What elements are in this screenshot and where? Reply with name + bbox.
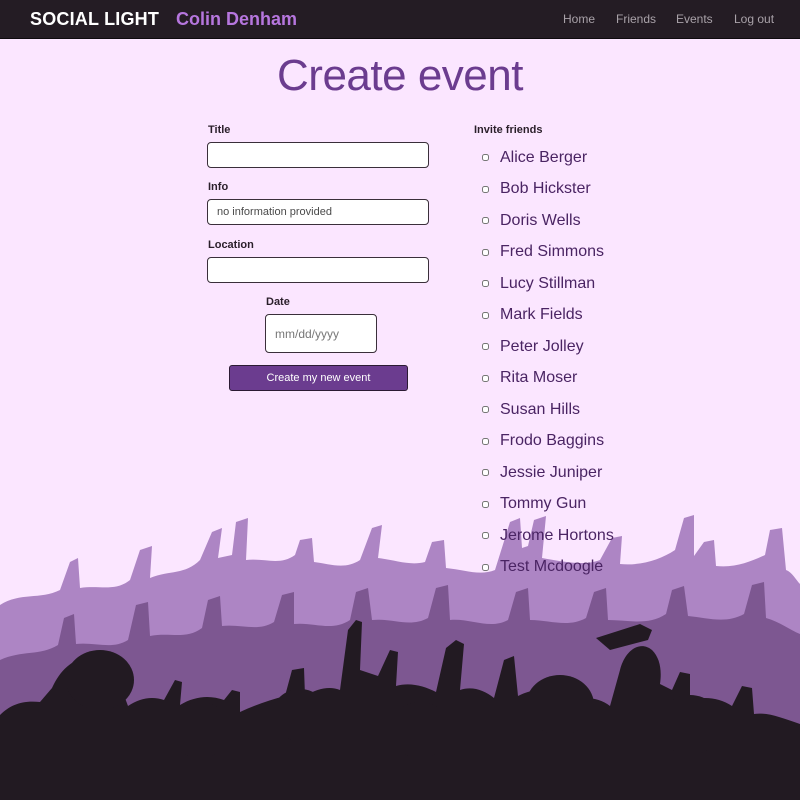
friend-checkbox[interactable] bbox=[482, 311, 489, 319]
nav-logout-link[interactable]: Log out bbox=[734, 12, 774, 26]
invite-friends-label: Invite friends bbox=[474, 124, 543, 136]
friend-name: Lucy Stillman bbox=[500, 274, 596, 292]
friend-checkbox[interactable] bbox=[482, 406, 489, 414]
date-label: Date bbox=[266, 296, 290, 308]
friend-checkbox[interactable] bbox=[482, 563, 489, 571]
invite-friends-list: Alice Berger Bob Hickster Doris Wells Fr… bbox=[482, 142, 614, 583]
friend-name: Jerome Hortons bbox=[500, 526, 614, 544]
brand-logo-text[interactable]: SOCIAL LIGHT bbox=[30, 9, 159, 30]
friend-name: Jessie Juniper bbox=[500, 463, 603, 481]
friend-checkbox[interactable] bbox=[482, 343, 489, 351]
friend-name: Peter Jolley bbox=[500, 337, 584, 355]
friend-item: Jerome Hortons bbox=[482, 520, 614, 552]
friend-name: Susan Hills bbox=[500, 400, 581, 418]
friend-item: Frodo Baggins bbox=[482, 426, 614, 458]
friend-item: Mark Fields bbox=[482, 300, 614, 332]
friend-checkbox[interactable] bbox=[482, 185, 489, 193]
concert-crowd-silhouette bbox=[0, 515, 800, 800]
info-label: Info bbox=[208, 181, 229, 193]
date-input[interactable] bbox=[265, 314, 377, 353]
friend-name: Doris Wells bbox=[500, 211, 581, 229]
location-input[interactable] bbox=[207, 257, 429, 283]
friend-checkbox[interactable] bbox=[482, 532, 489, 540]
location-label: Location bbox=[208, 239, 254, 251]
friend-name: Tommy Gun bbox=[500, 495, 587, 513]
friend-item: Tommy Gun bbox=[482, 489, 614, 521]
friend-checkbox[interactable] bbox=[482, 280, 489, 288]
friend-item: Jessie Juniper bbox=[482, 457, 614, 489]
friend-name: Alice Berger bbox=[500, 148, 588, 166]
friend-checkbox[interactable] bbox=[482, 437, 489, 445]
friend-checkbox[interactable] bbox=[482, 248, 489, 256]
friend-item: Peter Jolley bbox=[482, 331, 614, 363]
friend-item: Susan Hills bbox=[482, 394, 614, 426]
friend-name: Bob Hickster bbox=[500, 180, 591, 198]
top-navbar: SOCIAL LIGHT Colin Denham Home Friends E… bbox=[0, 0, 800, 39]
create-event-button[interactable]: Create my new event bbox=[229, 365, 408, 391]
friend-name: Fred Simmons bbox=[500, 243, 605, 261]
page-title: Create event bbox=[277, 51, 523, 100]
friend-checkbox[interactable] bbox=[482, 469, 489, 477]
friend-item: Lucy Stillman bbox=[482, 268, 614, 300]
friend-checkbox[interactable] bbox=[482, 217, 489, 225]
friend-checkbox[interactable] bbox=[482, 500, 489, 508]
nav-friends-link[interactable]: Friends bbox=[616, 12, 656, 26]
current-user-name[interactable]: Colin Denham bbox=[176, 9, 297, 30]
friend-item: Doris Wells bbox=[482, 205, 614, 237]
friend-name: Mark Fields bbox=[500, 306, 583, 324]
title-input[interactable] bbox=[207, 142, 429, 168]
friend-name: Test Mcdoogle bbox=[500, 558, 604, 576]
friend-item: Alice Berger bbox=[482, 142, 614, 174]
friend-checkbox[interactable] bbox=[482, 154, 489, 162]
info-input[interactable] bbox=[207, 199, 429, 225]
nav-home-link[interactable]: Home bbox=[563, 12, 595, 26]
friend-item: Rita Moser bbox=[482, 363, 614, 395]
title-label: Title bbox=[208, 124, 231, 136]
friend-item: Test Mcdoogle bbox=[482, 552, 614, 584]
friend-checkbox[interactable] bbox=[482, 374, 489, 382]
nav-events-link[interactable]: Events bbox=[676, 12, 713, 26]
friend-item: Bob Hickster bbox=[482, 174, 614, 206]
friend-name: Rita Moser bbox=[500, 369, 578, 387]
friend-item: Fred Simmons bbox=[482, 237, 614, 269]
friend-name: Frodo Baggins bbox=[500, 432, 605, 450]
